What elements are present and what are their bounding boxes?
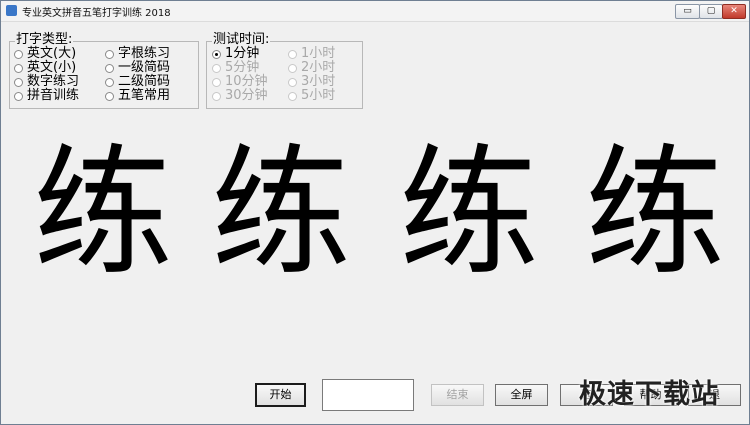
end-button[interactable]: 结束 xyxy=(431,384,484,406)
close-icon: ✕ xyxy=(730,6,738,16)
typing-input[interactable] xyxy=(322,379,414,411)
maximize-icon: ▢ xyxy=(706,6,716,16)
typing-type-option-label: 五笔常用 xyxy=(118,88,171,103)
radio-icon xyxy=(212,50,221,59)
radio-icon xyxy=(212,78,221,87)
typing-type-option-label: 二级简码 xyxy=(118,74,171,89)
radio-icon xyxy=(105,92,114,101)
test-time-option-label: 3小时 xyxy=(301,74,336,89)
typing-type-option-label: 拼音训练 xyxy=(27,88,80,103)
test-time-option-label: 30分钟 xyxy=(225,88,268,103)
start-button[interactable]: 开始 xyxy=(255,383,306,407)
test-time-option-label: 5小时 xyxy=(301,88,336,103)
test-time-option-label: 2小时 xyxy=(301,60,336,75)
maximize-button[interactable]: ▢ xyxy=(699,4,723,19)
radio-icon xyxy=(105,64,114,73)
window-title: 专业英文拼音五笔打字训练 2018 xyxy=(22,8,171,19)
radio-icon xyxy=(14,64,23,73)
typing-type-option-label: 英文(大) xyxy=(27,46,77,61)
typing-type-title: 打字类型: xyxy=(15,32,74,47)
fullscreen-button[interactable]: 全屏 xyxy=(495,384,548,406)
app-window: 专业英文拼音五笔打字训练 2018 ▭ ▢ ✕ 打字类型: 英文(大) 字根练习英… xyxy=(0,0,750,425)
radio-icon xyxy=(212,64,221,73)
test-time-title: 测试时间: xyxy=(212,32,271,47)
test-time-option-label: 1小时 xyxy=(301,46,336,61)
radio-icon xyxy=(288,64,297,73)
radio-icon xyxy=(105,50,114,59)
title-bar[interactable]: 专业英文拼音五笔打字训练 2018 ▭ ▢ ✕ xyxy=(1,1,749,22)
watermark-text: 极速下载站 xyxy=(579,379,719,410)
test-time-option-label: 1分钟 xyxy=(225,46,260,61)
practice-character: 练 xyxy=(210,132,351,295)
radio-icon xyxy=(14,78,23,87)
radio-icon xyxy=(14,92,23,101)
practice-character: 练 xyxy=(584,132,725,295)
radio-icon xyxy=(212,92,221,101)
minimize-button[interactable]: ▭ xyxy=(675,4,700,19)
practice-character: 练 xyxy=(398,132,539,295)
practice-character: 练 xyxy=(32,132,173,295)
minimize-icon: ▭ xyxy=(683,6,692,16)
radio-icon xyxy=(288,50,297,59)
radio-icon xyxy=(105,78,114,87)
typing-type-option-label: 英文(小) xyxy=(27,60,77,75)
radio-icon xyxy=(14,50,23,59)
typing-type-option-label: 一级简码 xyxy=(118,60,171,75)
test-time-option-label: 10分钟 xyxy=(225,74,268,89)
radio-icon xyxy=(288,78,297,87)
radio-icon xyxy=(288,92,297,101)
app-icon xyxy=(6,5,17,16)
close-button[interactable]: ✕ xyxy=(722,4,746,19)
typing-type-option-label: 数字练习 xyxy=(27,74,80,89)
test-time-option-label: 5分钟 xyxy=(225,60,260,75)
typing-type-option-label: 字根练习 xyxy=(118,46,171,61)
